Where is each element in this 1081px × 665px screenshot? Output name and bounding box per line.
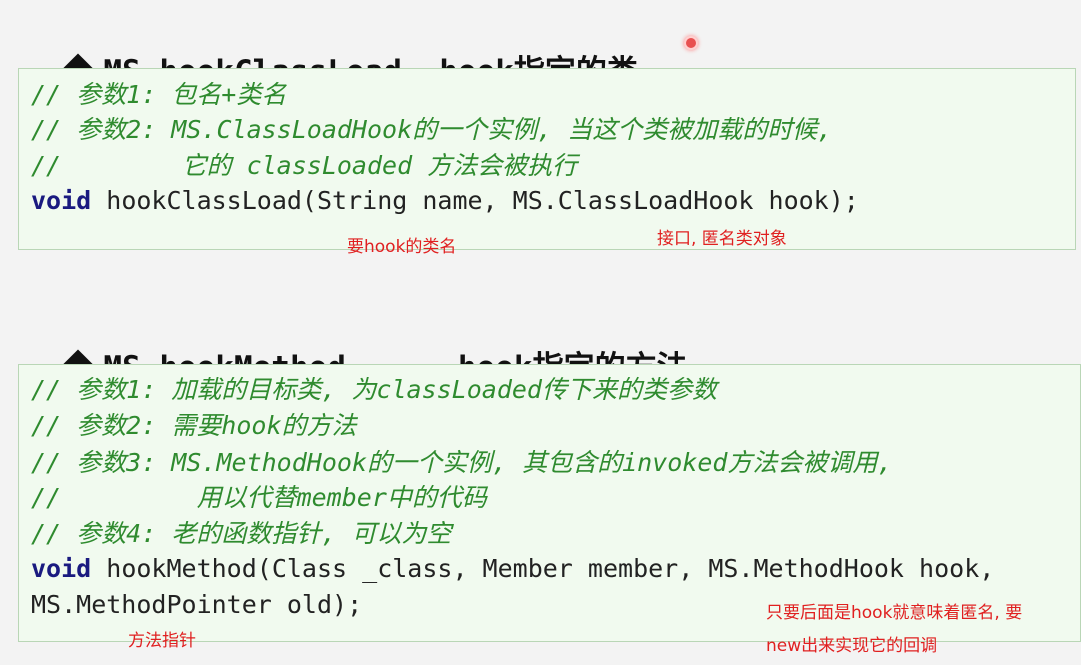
note-hook-line-2: new出来实现它的回调 bbox=[766, 636, 938, 656]
note-interface: 接口, 匿名类对象 bbox=[657, 229, 787, 249]
section1-comment-2: // 参数2: MS.ClassLoadHook的一个实例, 当这个类被加载的时… bbox=[31, 115, 833, 144]
note-class-name: 要hook的类名 bbox=[347, 237, 457, 257]
section2-comment-4: // 用以代替member中的代码 bbox=[31, 483, 487, 512]
section2-comment-1: // 参数1: 加载的目标类, 为classLoaded传下来的类参数 bbox=[31, 375, 717, 404]
section1-code-line: void hookClassLoad(String name, MS.Class… bbox=[31, 184, 859, 218]
section1-comment-3: // 它的 classLoaded 方法会被执行 bbox=[31, 151, 578, 180]
section1-code-box: // 参数1: 包名+类名 // 参数2: MS.ClassLoadHook的一… bbox=[18, 68, 1076, 250]
cursor-dot-icon bbox=[684, 36, 698, 50]
section2-comment-3: // 参数3: MS.MethodHook的一个实例, 其包含的invoked方… bbox=[31, 448, 893, 477]
section2-comment-5: // 参数4: 老的函数指针, 可以为空 bbox=[31, 519, 452, 548]
section2-code-line-2: MS.MethodPointer old); bbox=[31, 590, 363, 619]
void-keyword: void bbox=[31, 186, 92, 215]
section2-signature: hookMethod(Class _class, Member member, … bbox=[91, 554, 995, 583]
section1-comment-1: // 参数1: 包名+类名 bbox=[31, 80, 287, 109]
note-hook-line-1: 只要后面是hook就意味着匿名, 要 bbox=[766, 603, 1023, 623]
note-method-pointer: 方法指针 bbox=[128, 631, 196, 651]
section2-comment-2: // 参数2: 需要hook的方法 bbox=[31, 411, 357, 440]
section2-code-line-1: void hookMethod(Class _class, Member mem… bbox=[31, 552, 994, 586]
section1-signature: hookClassLoad(String name, MS.ClassLoadH… bbox=[91, 186, 859, 215]
void-keyword: void bbox=[31, 554, 92, 583]
